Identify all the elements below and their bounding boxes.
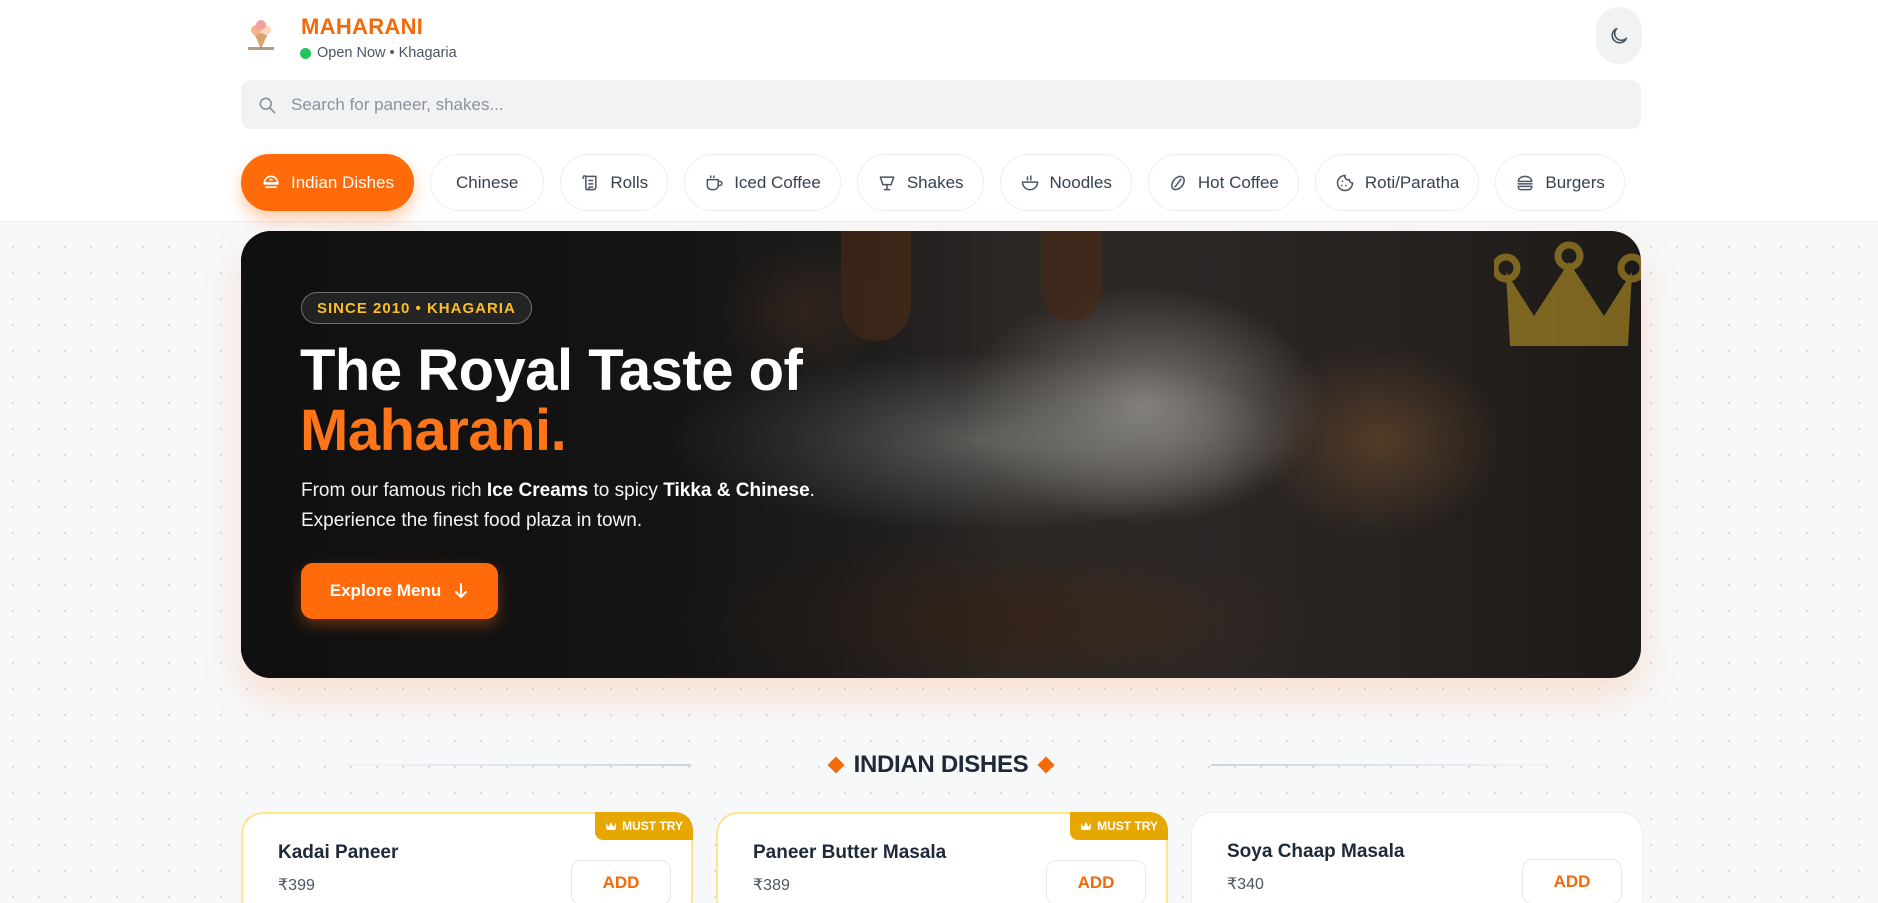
brand-logo[interactable] (241, 16, 281, 56)
add-button[interactable]: ADD (1046, 860, 1146, 903)
must-try-badge: MUST TRY (1070, 812, 1168, 840)
add-button[interactable]: ADD (1522, 859, 1622, 903)
theme-toggle-button[interactable] (1596, 7, 1642, 64)
category-tab-hot-coffee[interactable]: Hot Coffee (1147, 154, 1299, 211)
explore-menu-button[interactable]: Explore Menu (301, 563, 498, 619)
category-tabs: Indian Dishes Chinese Rolls Iced Coffee … (241, 154, 1625, 211)
category-tab-indian-dishes[interactable]: Indian Dishes (241, 154, 415, 211)
hero-badge: SINCE 2010 • KHAGARIA (301, 292, 532, 324)
category-label: Iced Coffee (734, 172, 821, 192)
category-tab-shakes[interactable]: Shakes (856, 154, 984, 211)
must-try-label: MUST TRY (1097, 819, 1158, 833)
status-dot-icon (300, 47, 311, 59)
cup-icon (704, 173, 724, 193)
crown-icon (1494, 241, 1641, 346)
hero-desc-text: . (809, 480, 815, 501)
bean-icon (1168, 173, 1188, 193)
category-label: Rolls (610, 172, 649, 192)
category-tab-iced-coffee[interactable]: Iced Coffee (684, 154, 841, 211)
burger-icon (1515, 173, 1535, 193)
status-text: Open Now • Khagaria (317, 45, 457, 61)
hero-banner: SINCE 2010 • KHAGARIA The Royal Taste of… (241, 231, 1641, 678)
hero-title-accent: Maharani. (300, 398, 567, 463)
dish-card[interactable]: Soya Chaap Masala ₹340 ADD (1191, 812, 1643, 903)
hero-desc-text: to spicy (588, 480, 664, 501)
category-tab-rolls[interactable]: Rolls (560, 154, 669, 211)
dish-icon (261, 173, 281, 193)
scroll-icon (580, 173, 600, 193)
category-tab-roti-paratha[interactable]: Roti/Paratha (1314, 154, 1480, 211)
category-label: Roti/Paratha (1364, 172, 1460, 192)
dish-price: ₹389 (753, 877, 790, 894)
category-tab-noodles[interactable]: Noodles (999, 154, 1132, 211)
must-try-badge: MUST TRY (595, 812, 693, 840)
store-status: Open Now • Khagaria (300, 45, 457, 61)
hero-desc-highlight: Ice Creams (486, 480, 589, 501)
category-label: Indian Dishes (291, 172, 395, 192)
moon-icon (1611, 27, 1628, 44)
category-tab-burgers[interactable]: Burgers (1495, 154, 1625, 211)
section-title: INDIAN DISHES (853, 751, 1029, 778)
search-input[interactable] (291, 94, 1591, 115)
search-icon (256, 94, 278, 116)
diamond-icon (827, 756, 845, 774)
dish-name: Paneer Butter Masala (753, 842, 947, 863)
dish-name: Soya Chaap Masala (1227, 841, 1405, 862)
category-label: Chinese (456, 172, 519, 192)
bowl-icon (1020, 173, 1040, 193)
hero-desc-text: From our famous rich (301, 480, 487, 501)
dish-price: ₹340 (1227, 876, 1264, 893)
dish-name: Kadai Paneer (278, 842, 399, 863)
maharani-logo-icon (248, 20, 274, 50)
add-button[interactable]: ADD (571, 860, 671, 903)
category-tab-chinese[interactable]: Chinese (430, 154, 545, 211)
diamond-icon (1037, 756, 1055, 774)
crown-icon (606, 822, 617, 830)
category-label: Shakes (906, 172, 964, 192)
cookie-icon (1335, 173, 1355, 193)
search-bar (241, 80, 1641, 129)
arrow-down-icon (455, 583, 468, 598)
section-divider (1211, 764, 1601, 766)
hero-desc-text: Experience the finest food plaza in town… (301, 510, 643, 531)
must-try-label: MUST TRY (622, 819, 683, 833)
section-heading: INDIAN DISHES (241, 748, 1641, 782)
category-label: Burgers (1545, 172, 1605, 192)
hero-description: From our famous rich Ice Creams to spicy… (301, 476, 941, 536)
glass-icon (877, 173, 897, 193)
brand-name: MAHARANI (301, 14, 424, 39)
dish-price: ₹399 (278, 877, 315, 894)
hero-title-line1: The Royal Taste of (300, 338, 803, 403)
category-label: Hot Coffee (1197, 172, 1279, 192)
hero-title: The Royal Taste of Maharani. (300, 338, 803, 463)
crown-icon (1081, 822, 1092, 830)
section-divider (301, 764, 691, 766)
explore-menu-label: Explore Menu (329, 581, 442, 600)
hero-desc-highlight: Tikka & Chinese (663, 480, 810, 501)
dish-card[interactable]: MUST TRY Paneer Butter Masala ₹389 ADD (716, 812, 1168, 903)
category-label: Noodles (1049, 172, 1112, 192)
dish-card[interactable]: MUST TRY Kadai Paneer ₹399 ADD (241, 812, 693, 903)
